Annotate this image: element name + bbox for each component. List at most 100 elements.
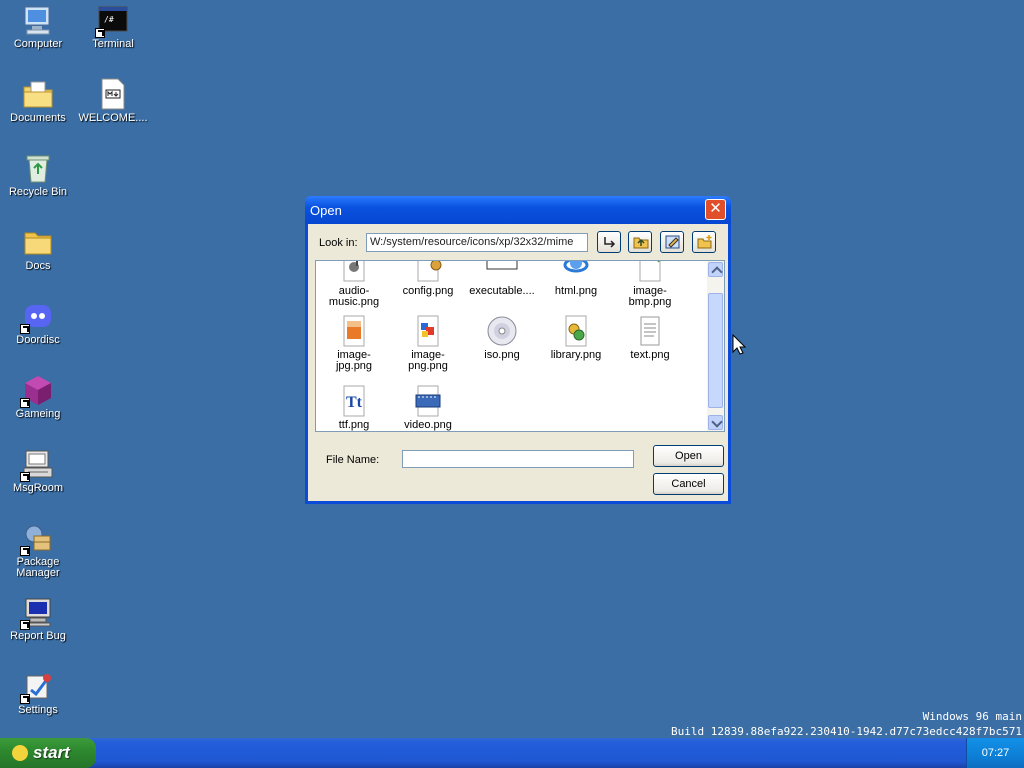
close-icon: ✕ bbox=[709, 200, 722, 217]
svg-text:Tt: Tt bbox=[346, 394, 363, 411]
file-name: audio-music.png bbox=[328, 285, 380, 308]
edit-button[interactable] bbox=[660, 231, 684, 253]
desktop-icon-terminal[interactable]: /# Terminal bbox=[75, 4, 151, 50]
folder-icon bbox=[22, 226, 54, 258]
desktop-icon-label: Gameing bbox=[15, 408, 61, 420]
desktop-icon-label: Terminal bbox=[92, 38, 134, 50]
file-item[interactable]: Tt ttf.png bbox=[321, 385, 387, 431]
markdown-file-icon bbox=[97, 78, 129, 110]
open-button[interactable]: Open bbox=[653, 445, 724, 467]
report-bug-icon bbox=[20, 596, 54, 630]
file-item[interactable]: text.png bbox=[617, 315, 683, 361]
msgroom-icon bbox=[20, 448, 54, 482]
file-name: html.png bbox=[554, 285, 598, 297]
dialog-titlebar[interactable]: Open ✕ bbox=[305, 196, 731, 224]
file-name-input[interactable] bbox=[402, 450, 634, 468]
go-to-path-button[interactable] bbox=[597, 231, 621, 253]
desktop-icon-settings[interactable]: Settings bbox=[0, 670, 76, 716]
file-name: image-bmp.png bbox=[628, 285, 672, 308]
clock[interactable]: 07:27 bbox=[982, 747, 1010, 759]
html-file-icon bbox=[560, 261, 592, 283]
path-field[interactable]: W:/system/resource/icons/xp/32x32/mime bbox=[366, 233, 588, 252]
executable-file-icon bbox=[486, 261, 518, 283]
desktop-icon-msgroom[interactable]: MsgRoom bbox=[0, 448, 76, 494]
desktop-icon-label: Computer bbox=[13, 38, 63, 50]
up-folder-icon bbox=[633, 237, 649, 249]
desktop-icon-package-manager[interactable]: Package Manager bbox=[0, 522, 76, 579]
file-name: image-jpg.png bbox=[335, 349, 373, 372]
shortcut-arrow-icon bbox=[20, 620, 30, 630]
file-item[interactable]: image-bmp.png bbox=[617, 261, 683, 308]
desktop-icon-label: Settings bbox=[18, 704, 58, 716]
look-in-label: Look in: bbox=[319, 237, 358, 249]
desktop-icon-welcome[interactable]: WELCOME.... bbox=[75, 78, 151, 124]
video-file-icon bbox=[412, 385, 444, 417]
up-folder-button[interactable] bbox=[628, 231, 652, 253]
desktop-icon-doordisc[interactable]: Doordisc bbox=[0, 300, 76, 346]
documents-folder-icon bbox=[22, 78, 54, 110]
cancel-button[interactable]: Cancel bbox=[653, 473, 724, 495]
desktop-icon-report-bug[interactable]: Report Bug bbox=[0, 596, 76, 642]
image-bmp-icon bbox=[634, 261, 666, 283]
new-folder-button[interactable] bbox=[692, 231, 716, 253]
edit-icon bbox=[665, 235, 680, 249]
desktop-icon-label: Report Bug bbox=[10, 630, 66, 642]
file-item[interactable]: config.png bbox=[395, 261, 461, 297]
desktop-icon-label: Doordisc bbox=[16, 334, 60, 346]
file-name: config.png bbox=[402, 285, 454, 297]
start-label: start bbox=[33, 743, 70, 762]
file-name: image-png.png bbox=[408, 349, 448, 372]
file-item[interactable]: image-png.png bbox=[395, 315, 461, 372]
open-dialog[interactable]: Open ✕ Look in: W:/system/resource/icons… bbox=[305, 196, 731, 504]
terminal-icon: /# bbox=[95, 4, 129, 38]
desktop-icon-computer[interactable]: Computer bbox=[0, 4, 76, 50]
start-button[interactable]: start bbox=[0, 738, 96, 768]
dialog-title: Open bbox=[310, 203, 342, 218]
desktop-icon-gameing[interactable]: Gameing bbox=[0, 374, 76, 420]
scroll-down-button[interactable] bbox=[708, 415, 723, 430]
text-file-icon bbox=[634, 315, 666, 347]
scroll-up-button[interactable] bbox=[708, 262, 723, 277]
file-name: library.png bbox=[550, 349, 602, 361]
file-name: video.png bbox=[404, 419, 452, 431]
audio-file-icon bbox=[338, 261, 370, 283]
file-name: executable.... bbox=[469, 285, 535, 297]
file-item[interactable]: image-jpg.png bbox=[321, 315, 387, 372]
file-item[interactable]: video.png bbox=[395, 385, 461, 431]
library-icon bbox=[560, 315, 592, 347]
file-item[interactable]: iso.png bbox=[469, 315, 535, 361]
file-name: text.png bbox=[630, 349, 670, 361]
shortcut-arrow-icon bbox=[20, 398, 30, 408]
font-file-icon: Tt bbox=[338, 385, 370, 417]
file-item[interactable]: html.png bbox=[543, 261, 609, 297]
desktop-icon-label: MsgRoom bbox=[12, 482, 64, 494]
file-item[interactable]: audio-music.png bbox=[321, 261, 387, 308]
shortcut-arrow-icon bbox=[95, 28, 105, 38]
computer-icon bbox=[22, 4, 54, 36]
file-name: iso.png bbox=[484, 349, 520, 361]
desktop-icon-docs[interactable]: Docs bbox=[0, 226, 76, 272]
mouse-cursor-icon bbox=[732, 334, 746, 355]
shortcut-arrow-icon bbox=[20, 324, 30, 334]
doordisc-icon bbox=[20, 300, 54, 334]
system-tray: 07:27 bbox=[966, 738, 1024, 768]
file-list[interactable]: audio-music.png config.png executable...… bbox=[315, 260, 725, 432]
file-item[interactable]: executable.... bbox=[469, 261, 535, 297]
scroll-thumb[interactable] bbox=[708, 293, 723, 408]
close-button[interactable]: ✕ bbox=[705, 199, 726, 220]
file-name: ttf.png bbox=[338, 419, 370, 431]
build-info-line2: Build 12839.88efa922.230410-1942.d77c73e… bbox=[671, 725, 1022, 738]
file-item[interactable]: library.png bbox=[543, 315, 609, 361]
taskbar: start 07:27 bbox=[0, 738, 1024, 768]
disc-icon bbox=[486, 315, 518, 347]
desktop-icon-documents[interactable]: Documents bbox=[0, 78, 76, 124]
dialog-body: Look in: W:/system/resource/icons/xp/32x… bbox=[308, 224, 728, 501]
desktop-icon-recycle-bin[interactable]: Recycle Bin bbox=[0, 152, 76, 198]
desktop-icon-label: WELCOME.... bbox=[78, 112, 148, 124]
desktop-icon-label: Package Manager bbox=[16, 556, 60, 579]
recycle-bin-icon bbox=[22, 152, 54, 184]
desktop-icon-label: Docs bbox=[25, 260, 51, 272]
vertical-scrollbar[interactable] bbox=[707, 261, 724, 431]
new-folder-icon bbox=[697, 235, 712, 249]
go-to-path-icon bbox=[604, 237, 616, 248]
